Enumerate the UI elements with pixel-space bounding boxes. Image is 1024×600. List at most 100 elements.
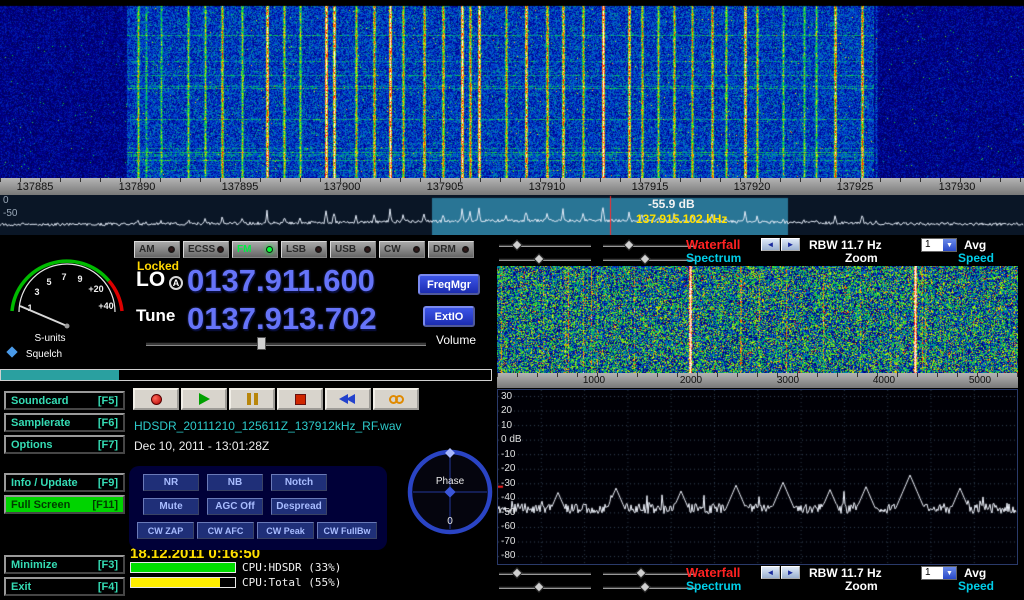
waterfall-toggle[interactable]: Waterfall xyxy=(686,237,740,252)
cursor-readout: -55.9 dB 137.915.102 kHz xyxy=(636,197,727,227)
db-scale-label: 0 xyxy=(3,195,9,206)
spectrum-toggle[interactable]: Spectrum xyxy=(686,251,741,265)
spectrum-max-slider[interactable] xyxy=(603,586,695,589)
mode-am-button[interactable]: AM xyxy=(134,241,180,258)
options-button[interactable]: Options[F7] xyxy=(4,435,125,454)
rbw-label: RBW 11.7 Hz xyxy=(809,238,882,252)
cw-afc-button[interactable]: CW AFC xyxy=(197,522,254,539)
lo-frequency-digits[interactable]: 0137.911.600 xyxy=(187,263,375,299)
audio-spectrum-display[interactable] xyxy=(498,390,1017,564)
tune-frequency-digits[interactable]: 0137.913.702 xyxy=(187,301,377,337)
s-meter[interactable]: 1 3 5 7 9 +20 +40 S-units Squelch xyxy=(2,238,132,366)
main-waterfall-display[interactable] xyxy=(0,0,1024,178)
freqmgr-button[interactable]: FreqMgr xyxy=(418,274,480,295)
cw-peak-button[interactable]: CW Peak xyxy=(257,522,314,539)
avg-label: Avg xyxy=(964,238,986,252)
cw-fullbw-button[interactable]: CW FullBw xyxy=(317,522,377,539)
slider-handle[interactable] xyxy=(511,567,522,578)
phase-dial[interactable]: Phase 0 xyxy=(406,448,494,536)
volume-slider-handle[interactable] xyxy=(257,337,266,350)
record-button[interactable] xyxy=(133,388,179,410)
nr-button[interactable]: NR xyxy=(143,474,199,491)
mode-button-row: AM ECSS FM LSB USB CW DRM xyxy=(134,241,474,258)
spectrum-max-slider[interactable] xyxy=(603,258,695,261)
squelch-level-bar[interactable] xyxy=(0,369,492,381)
waterfall-toggle[interactable]: Waterfall xyxy=(686,565,740,580)
avg-dropdown-value: 1 xyxy=(922,567,943,579)
slider-handle[interactable] xyxy=(639,253,650,264)
cpu-hdsdr-label: CPU:HDSDR (33%) xyxy=(242,561,341,574)
frequency-ruler[interactable]: 137885 137890 137895 137900 137905 13791… xyxy=(0,178,1024,195)
mode-usb-button[interactable]: USB xyxy=(330,241,376,258)
squelch-handle[interactable] xyxy=(6,346,17,357)
playback-controls xyxy=(133,388,419,410)
main-spectrum-display[interactable] xyxy=(0,195,1024,235)
audio-frequency-ruler[interactable]: 1000 2000 3000 4000 5000 xyxy=(497,373,1018,388)
avg-dropdown[interactable]: 1 ▼ xyxy=(921,238,957,252)
minimize-button[interactable]: Minimize[F3] xyxy=(4,555,125,574)
fullscreen-button[interactable]: Full Screen[F11] xyxy=(4,495,125,514)
mode-led-icon xyxy=(364,246,371,253)
play-button[interactable] xyxy=(181,388,227,410)
mode-cw-button[interactable]: CW xyxy=(379,241,425,258)
audio-spectrum-panel[interactable]: 30 20 10 0 dB -10 -20 -30 -40 -50 -60 -7… xyxy=(497,389,1018,565)
avg-dropdown[interactable]: 1 ▼ xyxy=(921,566,957,580)
rewind-button[interactable] xyxy=(325,388,371,410)
waterfall-brightness-slider[interactable] xyxy=(499,244,591,247)
audio-freq-label: 4000 xyxy=(873,375,895,386)
pause-button[interactable] xyxy=(229,388,275,410)
dropdown-arrow-icon[interactable]: ▼ xyxy=(943,567,956,579)
db-label: -40 xyxy=(501,492,515,503)
meter-needle xyxy=(20,306,67,326)
mode-fm-button[interactable]: FM xyxy=(232,241,278,258)
mode-drm-button[interactable]: DRM xyxy=(428,241,474,258)
zoom-in-button[interactable]: ► xyxy=(781,238,800,251)
volume-slider-track[interactable] xyxy=(146,342,426,346)
spectrum-min-slider[interactable] xyxy=(499,586,591,589)
extio-button[interactable]: ExtIO xyxy=(423,306,475,327)
button-key: [F7] xyxy=(98,439,118,451)
audio-freq-label: 3000 xyxy=(777,375,799,386)
waterfall-contrast-slider[interactable] xyxy=(603,244,695,247)
slider-handle[interactable] xyxy=(639,581,650,592)
spectrum-min-slider[interactable] xyxy=(499,258,591,261)
loop-icon xyxy=(389,395,404,404)
slider-handle[interactable] xyxy=(635,567,646,578)
db-scale-label: -50 xyxy=(3,208,17,219)
freq-label: 137920 xyxy=(734,181,771,193)
mode-label: ECSS xyxy=(188,244,215,255)
button-label: Samplerate xyxy=(11,417,70,429)
zoom-out-button[interactable]: ◄ xyxy=(761,566,780,579)
slider-handle[interactable] xyxy=(623,239,634,250)
dropdown-arrow-icon[interactable]: ▼ xyxy=(943,239,956,251)
slider-handle[interactable] xyxy=(533,581,544,592)
mode-lsb-button[interactable]: LSB xyxy=(281,241,327,258)
phase-value: 0 xyxy=(447,516,453,527)
display-controls-bottom: Waterfall ◄ ► RBW 11.7 Hz 1 ▼ Avg Spectr… xyxy=(497,566,1024,594)
nb-button[interactable]: NB xyxy=(207,474,263,491)
db-label: -80 xyxy=(501,550,515,561)
waterfall-contrast-slider[interactable] xyxy=(603,572,695,575)
waterfall-brightness-slider[interactable] xyxy=(499,572,591,575)
slider-handle[interactable] xyxy=(533,253,544,264)
main-spectrum-panel[interactable]: 0 -50 -55.9 dB 137.915.102 kHz xyxy=(0,195,1024,235)
stop-button[interactable] xyxy=(277,388,323,410)
info-update-button[interactable]: Info / Update[F9] xyxy=(4,473,125,492)
loop-button[interactable] xyxy=(373,388,419,410)
mute-button[interactable]: Mute xyxy=(143,498,199,515)
despread-button[interactable]: Despread xyxy=(271,498,327,515)
zoom-in-button[interactable]: ► xyxy=(781,566,800,579)
notch-button[interactable]: Notch xyxy=(271,474,327,491)
samplerate-button[interactable]: Samplerate[F6] xyxy=(4,413,125,432)
cw-zap-button[interactable]: CW ZAP xyxy=(137,522,194,539)
mode-ecss-button[interactable]: ECSS xyxy=(183,241,229,258)
exit-button[interactable]: Exit[F4] xyxy=(4,577,125,596)
soundcard-button[interactable]: Soundcard[F5] xyxy=(4,391,125,410)
audio-waterfall-display[interactable] xyxy=(497,266,1018,373)
zoom-out-button[interactable]: ◄ xyxy=(761,238,780,251)
lo-a-badge[interactable]: A xyxy=(169,276,183,290)
slider-handle[interactable] xyxy=(511,239,522,250)
spectrum-toggle[interactable]: Spectrum xyxy=(686,579,741,593)
phase-label: Phase xyxy=(436,476,465,487)
agc-off-button[interactable]: AGC Off xyxy=(207,498,263,515)
